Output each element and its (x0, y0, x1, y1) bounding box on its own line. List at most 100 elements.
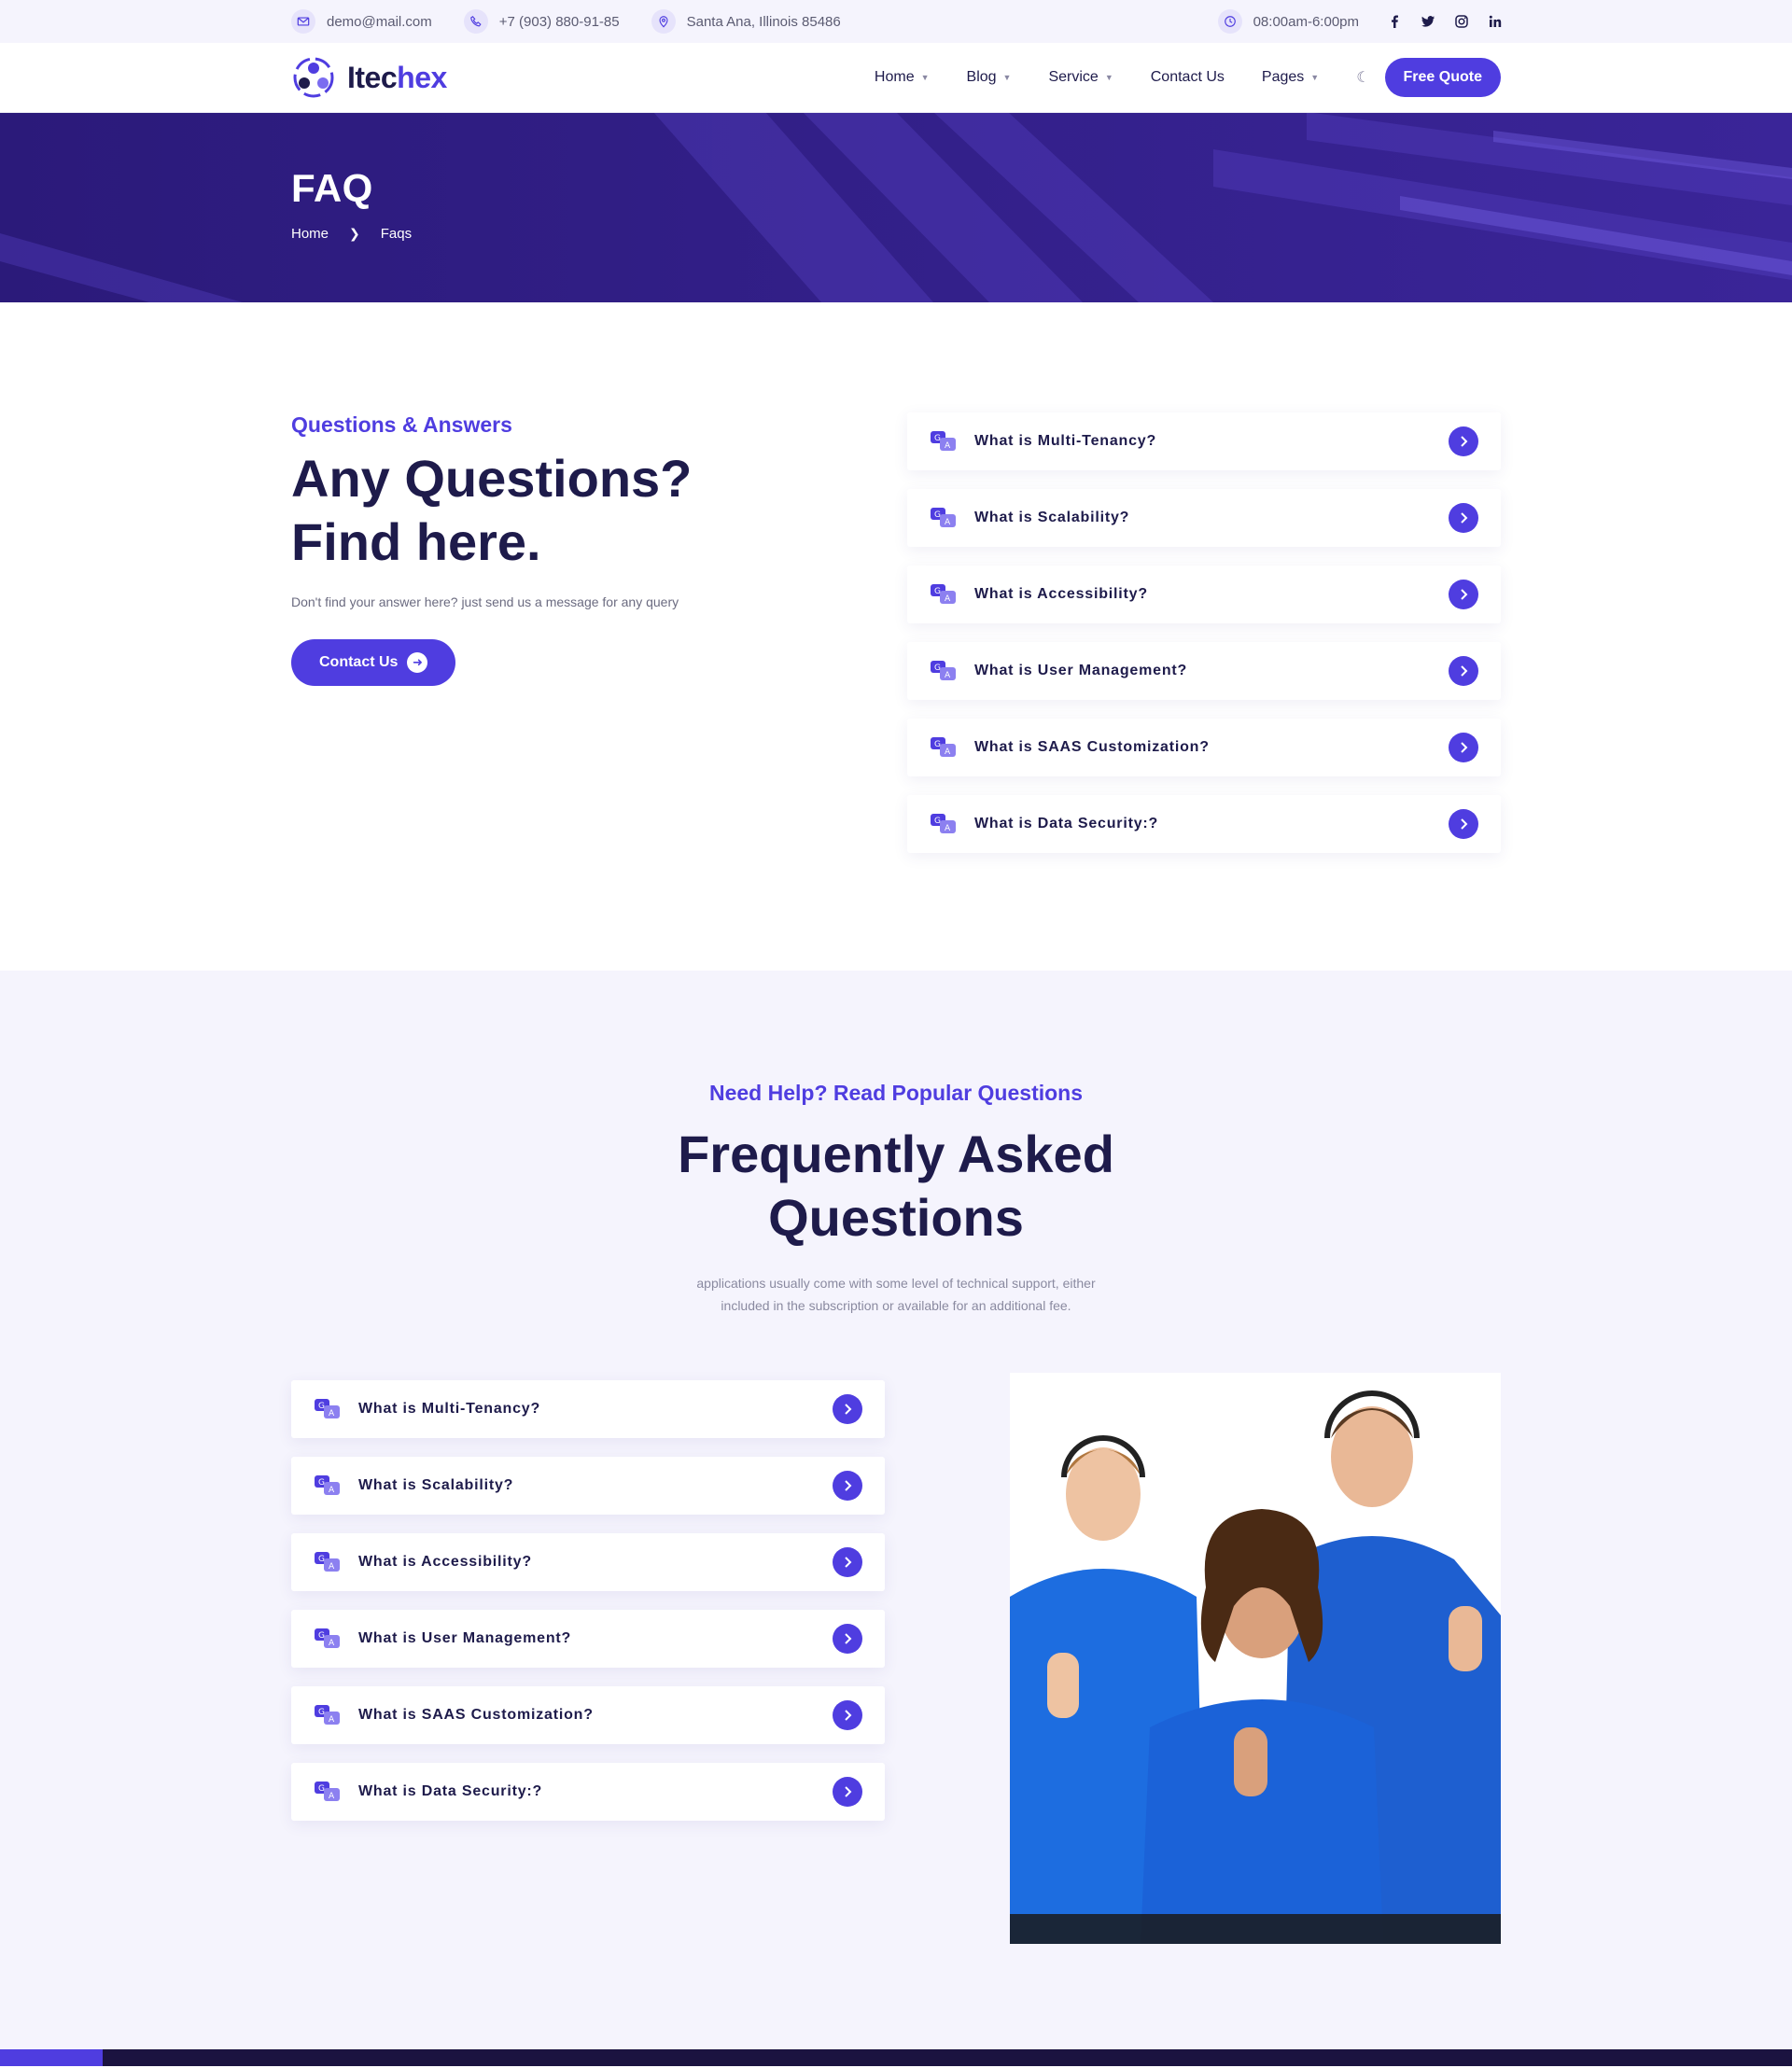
faq-question: What is Data Security:? (974, 816, 1159, 831)
topbar-phone-text: +7 (903) 880-91-85 (498, 13, 620, 30)
svg-text:A: A (329, 1486, 335, 1495)
faq-list: GA What is Multi-Tenancy? GA What is Sca… (907, 302, 1501, 872)
site-logo[interactable]: Itechex (291, 55, 447, 100)
chevron-right-icon[interactable] (1449, 426, 1478, 456)
linkedin-icon[interactable] (1488, 14, 1502, 29)
nav-item-contact[interactable]: Contact Us (1151, 69, 1225, 86)
faq-item[interactable]: GA What is Scalability? (291, 1457, 885, 1515)
chevron-right-icon[interactable] (833, 1394, 862, 1424)
main-navbar: Itechex Home ▼ Blog ▼ Service ▼ Contact Us … (0, 43, 1792, 112)
phone-icon (463, 9, 488, 34)
logo-icon (293, 57, 334, 98)
faq-item[interactable]: GA What is Data Security:? (291, 1763, 885, 1821)
chevron-down-icon: ▼ (1002, 73, 1012, 82)
nav-item-label: Blog (966, 69, 997, 85)
svg-text:G: G (318, 1478, 325, 1488)
chevron-right-icon[interactable] (833, 1547, 862, 1577)
faq-item[interactable]: GA What is Multi-Tenancy? (907, 412, 1501, 470)
topbar-hours-text: 08:00am-6:00pm (1253, 13, 1359, 30)
translate-chat-icon: GA (314, 1627, 342, 1651)
page-title: FAQ (291, 166, 373, 210)
section-title-line: Frequently Asked (678, 1125, 1114, 1183)
topbar-phone[interactable]: +7 (903) 880-91-85 (463, 9, 620, 34)
faq-item[interactable]: GA What is Multi-Tenancy? (291, 1380, 885, 1438)
faq-question: What is SAAS Customization? (974, 739, 1210, 755)
translate-chat-icon: GA (930, 429, 958, 454)
translate-chat-icon: GA (930, 812, 958, 836)
svg-text:G: G (318, 1402, 325, 1411)
instagram-icon[interactable] (1454, 14, 1468, 29)
topbar-email[interactable]: demo@mail.com (291, 9, 432, 34)
faq-question: What is Multi-Tenancy? (974, 433, 1157, 449)
chevron-right-icon[interactable] (1449, 733, 1478, 762)
chevron-right-icon[interactable] (833, 1471, 862, 1501)
nav-item-service[interactable]: Service ▼ (1048, 69, 1113, 86)
faq-item[interactable]: GA What is SAAS Customization? (291, 1686, 885, 1744)
svg-text:A: A (945, 518, 951, 527)
nav-item-label: Pages (1261, 69, 1305, 85)
section-title: Any Questions? Find here. (291, 447, 907, 574)
faq-item[interactable]: GA What is SAAS Customization? (907, 719, 1501, 776)
nav-item-label: Home (874, 69, 915, 85)
faq-question: What is Scalability? (358, 1477, 514, 1493)
popular-questions-section: Need Help? Read Popular Questions Freque… (0, 971, 1792, 2049)
social-links (1387, 14, 1502, 29)
faq-question: What is Multi-Tenancy? (358, 1401, 541, 1417)
facebook-icon[interactable] (1387, 14, 1400, 29)
footer-top-strip (0, 2049, 1792, 2066)
chevron-right-icon: ❯ (349, 226, 360, 241)
translate-chat-icon: GA (930, 506, 958, 530)
faq-item[interactable]: GA What is Accessibility? (907, 566, 1501, 623)
logo-text: Itechex (347, 61, 447, 95)
svg-text:G: G (934, 510, 941, 520)
topbar-address: Santa Ana, Illinois 85486 (651, 9, 841, 34)
faq-item[interactable]: GA What is User Management? (907, 642, 1501, 700)
footer-accent-bar (0, 2049, 103, 2066)
nav-item-pages[interactable]: Pages ▼ (1262, 69, 1319, 86)
chevron-right-icon[interactable] (833, 1624, 862, 1654)
faq-question: What is User Management? (358, 1630, 572, 1646)
breadcrumb-home[interactable]: Home (291, 226, 329, 242)
chevron-right-icon[interactable] (833, 1777, 862, 1807)
section-description-line: applications usually come with some leve… (696, 1276, 1096, 1291)
faq-item[interactable]: GA What is Scalability? (907, 489, 1501, 547)
support-team-photo (1010, 1373, 1501, 1944)
svg-text:A: A (945, 594, 951, 604)
breadcrumb: Home ❯ Faqs (291, 226, 1501, 242)
chevron-right-icon[interactable] (833, 1700, 862, 1730)
svg-text:A: A (329, 1562, 335, 1572)
chevron-right-icon[interactable] (1449, 580, 1478, 609)
chevron-down-icon: ▼ (1310, 73, 1320, 82)
svg-text:A: A (329, 1715, 335, 1725)
section-title-line: Any Questions? (291, 449, 693, 508)
translate-chat-icon: GA (314, 1397, 342, 1421)
free-quote-button[interactable]: Free Quote (1384, 58, 1501, 97)
chevron-right-icon[interactable] (1449, 656, 1478, 686)
faq-item[interactable]: GA What is Accessibility? (291, 1533, 885, 1591)
translate-chat-icon: GA (930, 659, 958, 683)
faq-item[interactable]: GA What is Data Security:? (907, 795, 1501, 853)
svg-text:G: G (318, 1784, 325, 1794)
translate-chat-icon: GA (314, 1474, 342, 1498)
chevron-down-icon: ▼ (1104, 73, 1113, 82)
nav-item-home[interactable]: Home ▼ (875, 69, 930, 86)
contact-us-button[interactable]: Contact Us ➜ (291, 639, 456, 686)
mail-icon (291, 9, 315, 34)
faq-intro-section: Questions & Answers Any Questions? Find … (0, 302, 1792, 971)
svg-text:G: G (934, 740, 941, 749)
section-description: applications usually come with some leve… (672, 1272, 1120, 1317)
nav-item-blog[interactable]: Blog ▼ (967, 69, 1012, 86)
twitter-icon[interactable] (1421, 14, 1435, 29)
support-team-illustration (1010, 1373, 1501, 1944)
topbar-email-text: demo@mail.com (327, 13, 432, 30)
svg-text:G: G (318, 1708, 325, 1717)
chevron-right-icon[interactable] (1449, 809, 1478, 839)
faq-question: What is User Management? (974, 663, 1188, 678)
section-title-line: Questions (768, 1188, 1024, 1247)
chevron-right-icon[interactable] (1449, 503, 1478, 533)
svg-text:G: G (934, 434, 941, 443)
svg-text:A: A (945, 671, 951, 680)
moon-icon[interactable]: ☾ (1356, 68, 1369, 87)
logo-text-accent: hex (397, 60, 447, 94)
faq-item[interactable]: GA What is User Management? (291, 1610, 885, 1668)
